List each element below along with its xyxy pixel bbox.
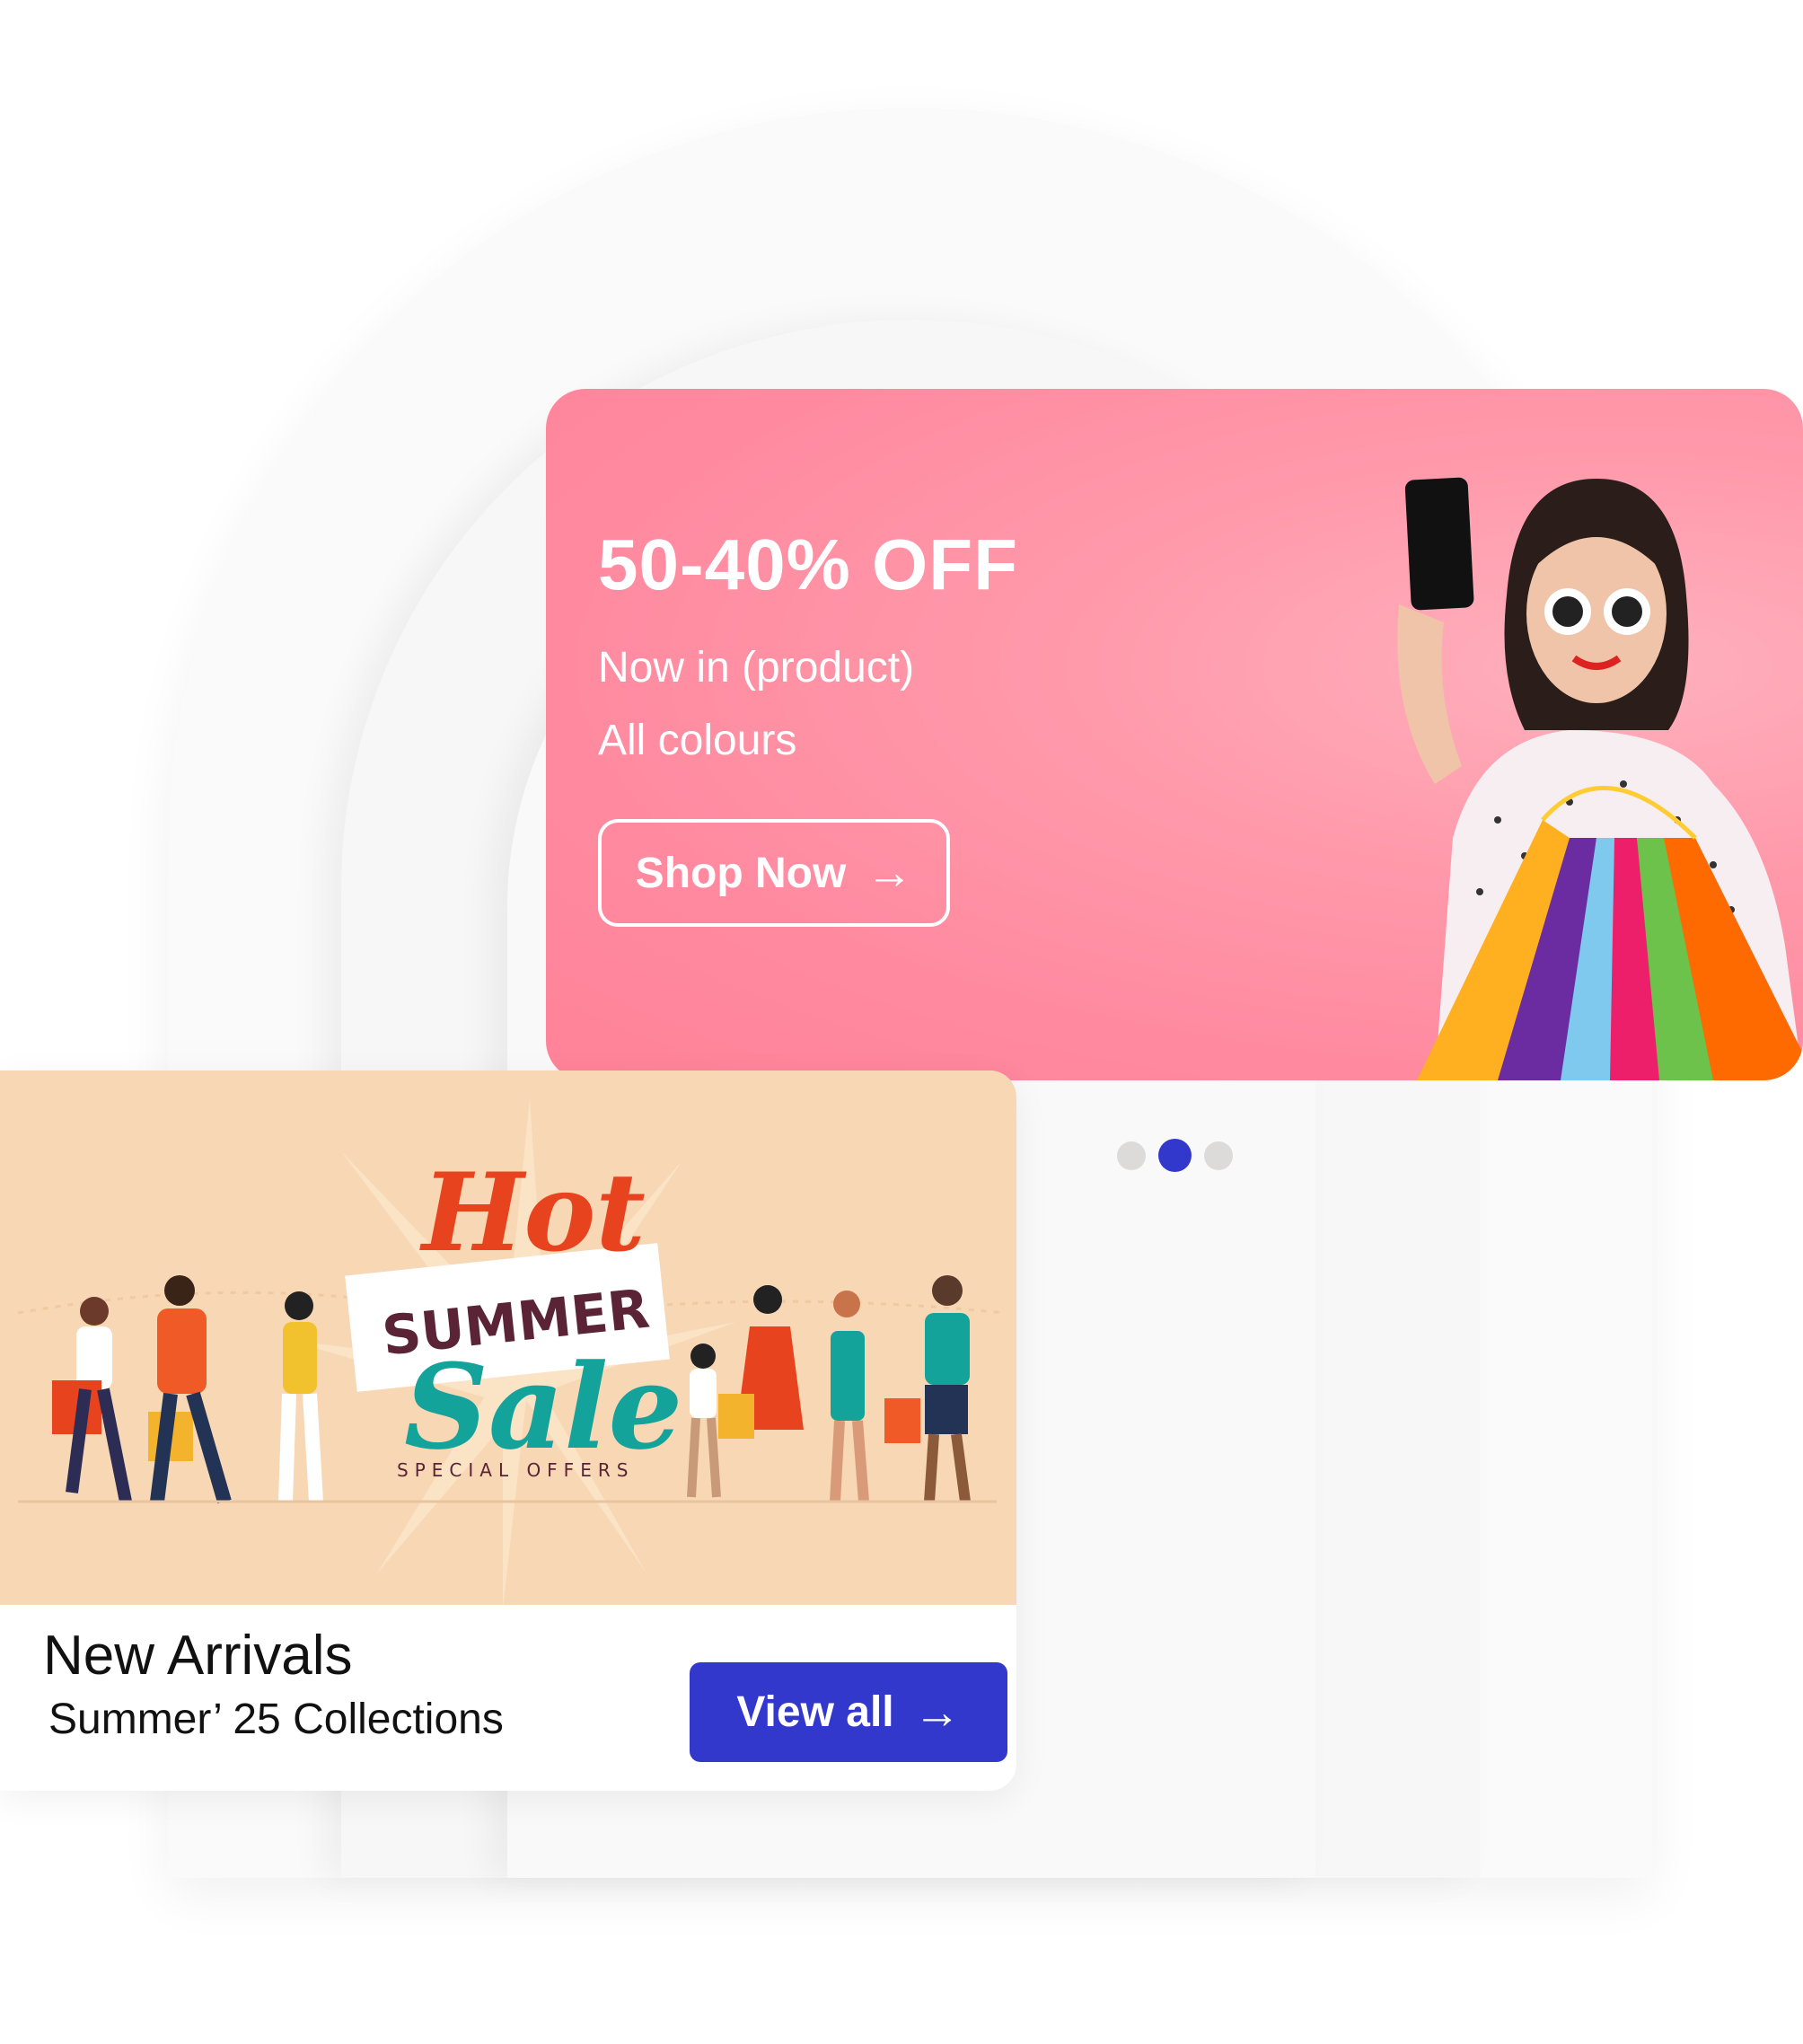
woman-with-shopping-bags-photo <box>1397 477 1803 1080</box>
carousel-dot-3[interactable] <box>1204 1141 1233 1170</box>
shop-now-label: Shop Now <box>635 849 847 897</box>
shoppers-right <box>687 1275 971 1502</box>
view-all-button[interactable]: View all → <box>690 1662 1007 1762</box>
carousel-dot-1[interactable] <box>1117 1141 1146 1170</box>
promo-line-colours: All colours <box>598 717 797 764</box>
promo-line-product: Now in (product) <box>598 644 915 692</box>
carousel-pagination <box>1117 1139 1233 1172</box>
promo-banner: 50-40% OFF Now in (product) All colours … <box>546 389 1803 1080</box>
view-all-label: View all <box>736 1688 894 1736</box>
card-title: New Arrivals <box>43 1625 353 1687</box>
carousel-dot-2-active[interactable] <box>1158 1139 1192 1172</box>
arrow-right-icon: → <box>913 1686 961 1739</box>
arrow-right-icon: → <box>866 847 913 899</box>
new-arrivals-card: Hot SUMMER Sale SPECIAL OFFERS New Arriv… <box>0 1070 1016 1791</box>
art-sale: Sale <box>404 1338 682 1476</box>
card-subtitle: Summer’ 25 Collections <box>48 1696 504 1743</box>
art-hot: Hot <box>419 1150 646 1276</box>
shoppers-left <box>52 1275 323 1504</box>
art-special-offers: SPECIAL OFFERS <box>397 1459 634 1481</box>
promo-headline: 50-40% OFF <box>598 524 1018 604</box>
shop-now-button[interactable]: Shop Now → <box>598 819 950 927</box>
hot-summer-sale-illustration: Hot SUMMER Sale SPECIAL OFFERS <box>0 1070 1016 1609</box>
